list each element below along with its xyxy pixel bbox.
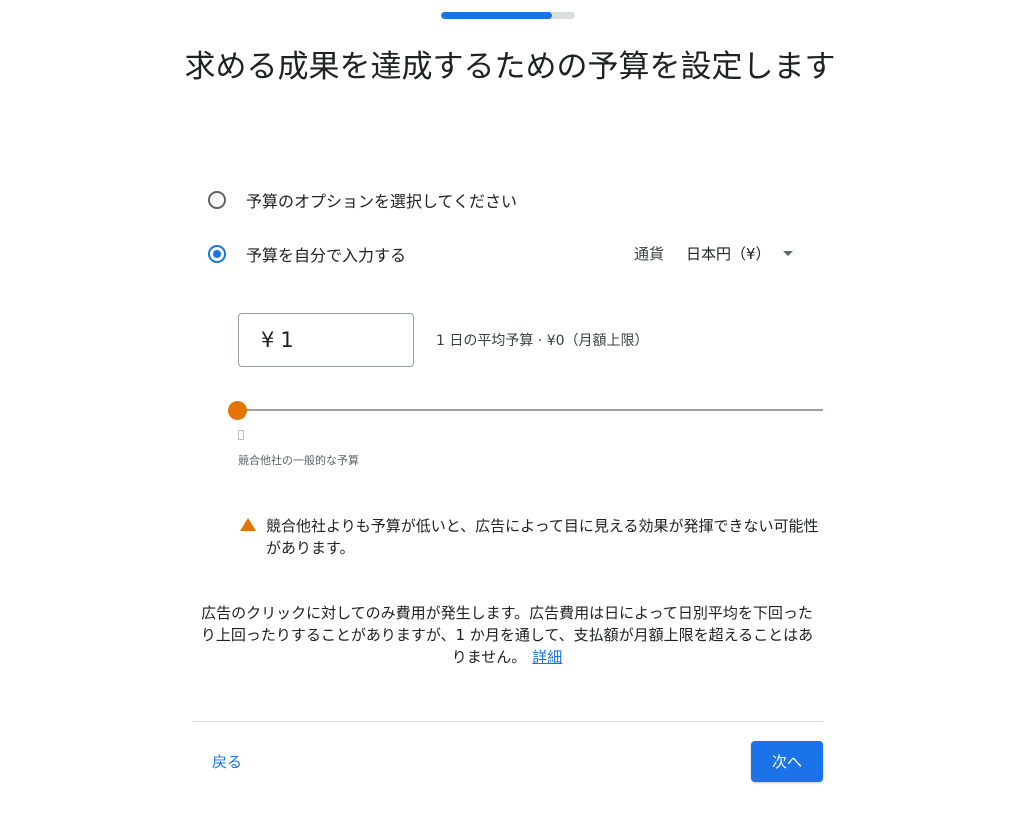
budget-amount-field[interactable]: ¥ [238,313,414,367]
warning-text: 競合他社よりも予算が低いと、広告によって目に見える効果が発揮できない可能性があり… [266,517,819,557]
low-budget-warning: 競合他社よりも予算が低いと、広告によって目に見える効果が発揮できない可能性があり… [240,515,820,559]
warning-icon [240,518,256,531]
budget-option-select-radio[interactable]: 予算のオプションを選択してください [208,188,517,212]
radio-checked-icon[interactable] [208,245,226,263]
billing-info: 広告のクリックに対してのみ費用が発生します。広告費用は日によって日別平均を下回っ… [198,602,816,668]
dropdown-arrow-icon [782,251,793,256]
competitor-marker [238,430,244,440]
radio-label: 予算を自分で入力する [246,246,407,265]
progress-bar [441,12,575,19]
next-button[interactable]: 次へ [751,741,823,782]
footer-divider [193,721,823,722]
details-link[interactable]: 詳細 [532,648,562,666]
currency-label: 通貨 [634,245,665,263]
yen-symbol: ¥ [261,328,275,352]
competitor-budget-label: 競合他社の一般的な予算 [238,454,359,467]
radio-label: 予算のオプションを選択してください [246,192,518,211]
billing-info-text: 広告のクリックに対してのみ費用が発生します。広告費用は日によって日別平均を下回っ… [200,604,814,666]
back-button[interactable]: 戻る [212,751,242,772]
budget-slider-thumb[interactable] [228,401,247,420]
daily-average-budget: 1 日の平均予算 · ¥0（月額上限） [436,333,649,349]
budget-option-custom-radio[interactable]: 予算を自分で入力する [208,242,406,266]
page-title: 求める成果を達成するための予算を設定します [184,49,836,85]
progress-fill [441,12,553,19]
currency-value: 日本円（¥） [686,245,771,263]
budget-amount-input[interactable] [280,328,401,352]
radio-unchecked-icon[interactable] [208,191,226,209]
currency-select[interactable]: 通貨 日本円（¥） [634,243,793,264]
budget-slider-track[interactable] [238,409,823,411]
